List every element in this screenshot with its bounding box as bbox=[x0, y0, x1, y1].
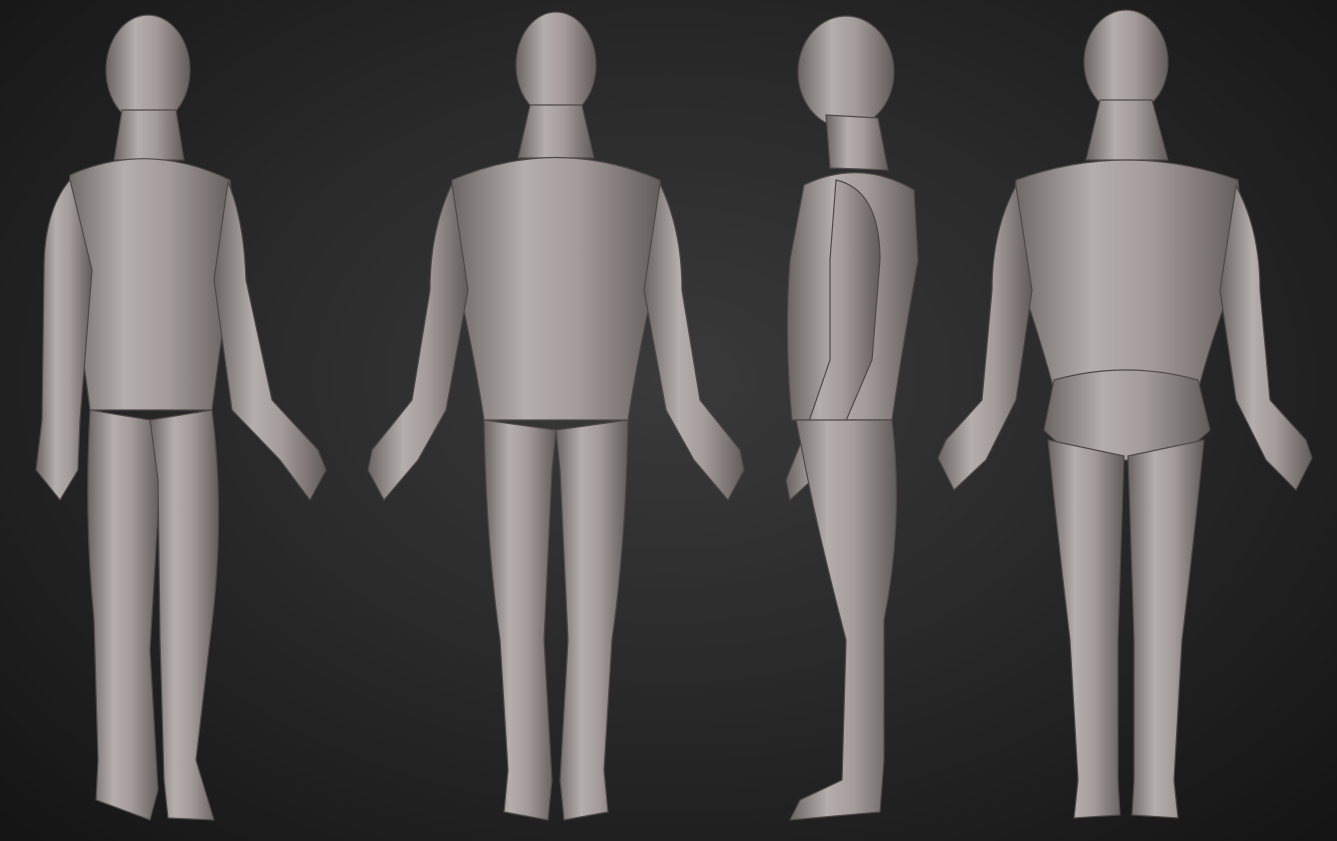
neck bbox=[825, 114, 889, 171]
left-arm bbox=[937, 184, 1033, 491]
right-arm bbox=[643, 181, 745, 502]
left-arm bbox=[367, 181, 469, 502]
right-arm bbox=[213, 179, 327, 502]
right-leg bbox=[555, 419, 629, 821]
left-leg bbox=[483, 419, 557, 821]
right-leg bbox=[1127, 439, 1205, 819]
figure-side-view bbox=[785, 15, 919, 821]
figure-back-view bbox=[937, 9, 1313, 819]
neck bbox=[1085, 99, 1169, 161]
left-leg bbox=[1047, 439, 1125, 819]
figure-front-view bbox=[367, 11, 745, 821]
neck bbox=[517, 104, 595, 159]
torso bbox=[1009, 159, 1245, 391]
anatomy-figures bbox=[35, 9, 1313, 821]
right-arm bbox=[1219, 184, 1313, 492]
right-leg bbox=[149, 409, 220, 821]
neck bbox=[113, 109, 185, 161]
viewport-canvas bbox=[0, 0, 1337, 841]
head bbox=[515, 11, 597, 119]
torso bbox=[449, 157, 663, 421]
head bbox=[1083, 9, 1169, 115]
figure-three-quarter-view bbox=[35, 14, 327, 821]
head bbox=[105, 14, 191, 126]
head bbox=[797, 15, 895, 129]
left-leg bbox=[87, 409, 161, 821]
